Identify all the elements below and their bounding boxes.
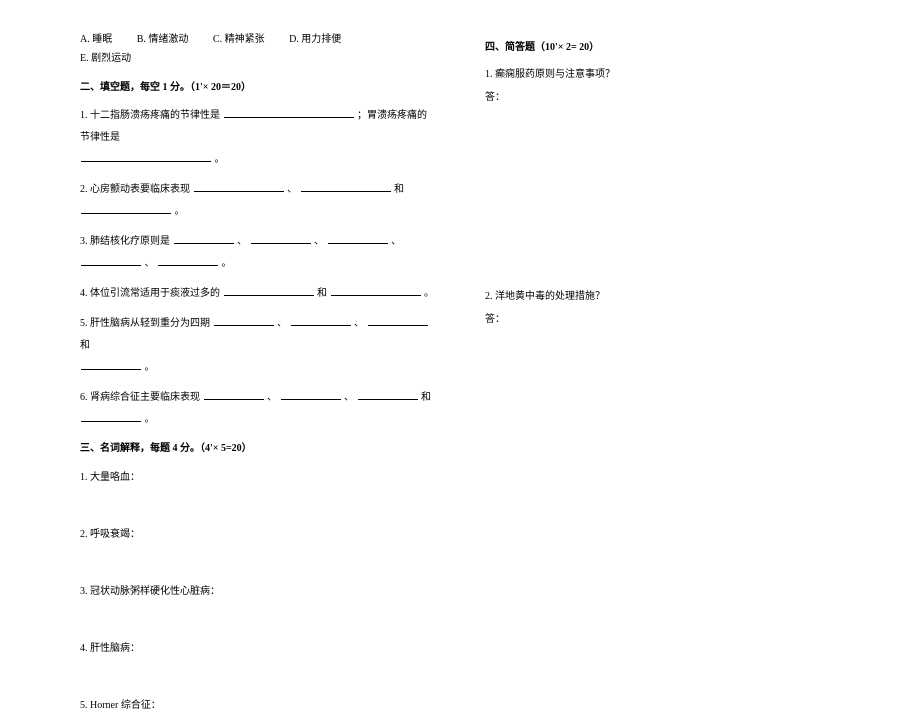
- option-e: E. 剧烈运动: [80, 49, 131, 68]
- section-4-heading: 四、简答题（10'× 2= 20）: [485, 38, 840, 57]
- q3-pre: 3. 肺结核化疗原则是: [80, 236, 170, 247]
- fill-q3: 3. 肺结核化疗原则是 、 、 、 、 。: [80, 231, 435, 275]
- blank: [81, 410, 141, 422]
- option-b: B. 情绪激动: [137, 30, 189, 49]
- sep: 、: [287, 184, 297, 195]
- answer-label-1: 答：: [485, 88, 840, 107]
- sep: 、: [344, 392, 354, 403]
- blank: [214, 314, 274, 326]
- q5-pre: 5. 肝性脑病从轻到重分为四期: [80, 318, 210, 329]
- blank: [291, 314, 351, 326]
- blank: [204, 388, 264, 400]
- blank: [81, 202, 171, 214]
- fill-q5: 5. 肝性脑病从轻到重分为四期 、 、 和 。: [80, 313, 435, 379]
- mc-options: A. 睡眠 B. 情绪激动 C. 精神紧张 D. 用力排便 E. 剧烈运动: [80, 30, 435, 68]
- q4-pre: 4. 体位引流常适用于痰液过多的: [80, 288, 220, 299]
- fill-q1: 1. 十二指肠溃疡疼痛的节律性是 ；胃溃疡疼痛的节律性是 。: [80, 105, 435, 171]
- blank: [358, 388, 418, 400]
- term-5: 5. Horner 综合征：: [80, 696, 435, 715]
- q4-end: 。: [424, 288, 434, 299]
- q1-end: 。: [215, 154, 225, 165]
- blank: [368, 314, 428, 326]
- section-2-heading: 二、填空题，每空 1 分。（1'× 20＝20）: [80, 78, 435, 97]
- option-c: C. 精神紧张: [213, 30, 265, 49]
- blank: [158, 254, 218, 266]
- option-a: A. 睡眠: [80, 30, 112, 49]
- sep: 和: [317, 288, 327, 299]
- term-2: 2. 呼吸衰竭：: [80, 525, 435, 544]
- sep: 和: [421, 392, 431, 403]
- term-4: 4. 肝性脑病：: [80, 639, 435, 658]
- blank: [251, 232, 311, 244]
- blank: [328, 232, 388, 244]
- blank: [81, 150, 211, 162]
- sep: 、: [354, 318, 364, 329]
- sep: 、: [145, 258, 155, 269]
- term-1: 1. 大量咯血：: [80, 468, 435, 487]
- term-3: 3. 冠状动脉粥样硬化性心脏病：: [80, 582, 435, 601]
- sep: 、: [314, 236, 324, 247]
- q1-pre: 1. 十二指肠溃疡疼痛的节律性是: [80, 110, 220, 121]
- section-3-heading: 三、名词解释，每题 4 分。（4'× 5=20）: [80, 439, 435, 458]
- option-d: D. 用力排便: [289, 30, 341, 49]
- short-answer-q1: 1. 癫痫服药原则与注意事项？: [485, 65, 840, 84]
- blank: [281, 388, 341, 400]
- sep: 和: [394, 184, 404, 195]
- q3-end: 。: [222, 258, 232, 269]
- q2-end: 。: [175, 206, 185, 217]
- blank: [331, 284, 421, 296]
- blank: [224, 106, 354, 118]
- blank: [81, 254, 141, 266]
- q6-pre: 6. 肾病综合征主要临床表现: [80, 392, 200, 403]
- blank: [301, 180, 391, 192]
- blank: [194, 180, 284, 192]
- sep: 、: [237, 236, 247, 247]
- blank: [224, 284, 314, 296]
- short-answer-q2: 2. 洋地黄中毒的处理措施？: [485, 287, 840, 306]
- sep: 和: [80, 340, 90, 351]
- q6-end: 。: [145, 414, 155, 425]
- q2-pre: 2. 心房颤动表要临床表现: [80, 184, 190, 195]
- blank: [81, 358, 141, 370]
- fill-q6: 6. 肾病综合征主要临床表现 、 、 和 。: [80, 387, 435, 431]
- left-column: A. 睡眠 B. 情绪激动 C. 精神紧张 D. 用力排便 E. 剧烈运动 二、…: [80, 30, 465, 608]
- fill-q2: 2. 心房颤动表要临床表现 、 和 。: [80, 179, 435, 223]
- sep: 、: [391, 236, 401, 247]
- fill-q4: 4. 体位引流常适用于痰液过多的 和 。: [80, 283, 435, 305]
- answer-label-2: 答：: [485, 310, 840, 329]
- right-column: 四、简答题（10'× 2= 20） 1. 癫痫服药原则与注意事项？ 答： 2. …: [465, 30, 840, 608]
- blank: [174, 232, 234, 244]
- sep: 、: [267, 392, 277, 403]
- sep: 、: [277, 318, 287, 329]
- q5-end: 。: [145, 362, 155, 373]
